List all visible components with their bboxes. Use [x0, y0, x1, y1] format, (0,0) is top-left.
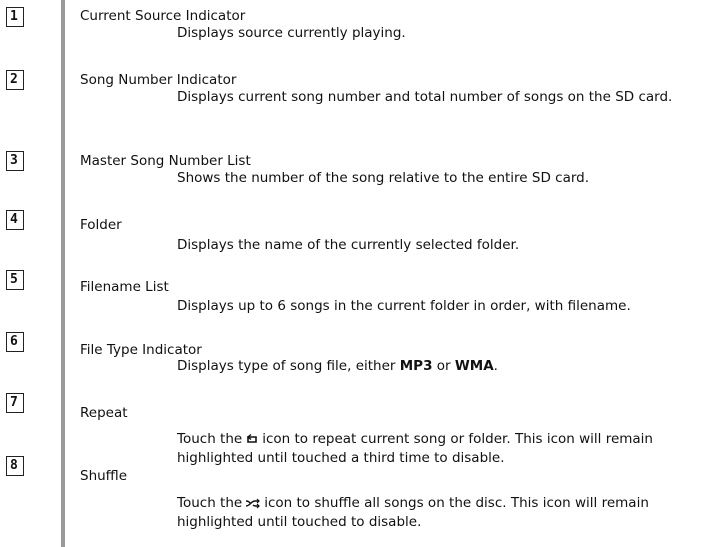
item-description: Shows the number of the song relative to… — [177, 170, 590, 186]
item-title: File Type Indicator — [80, 342, 202, 358]
item-description: Touch the icon to repeat current song or … — [177, 431, 717, 467]
desc-text: . — [493, 358, 498, 374]
item-description: Displays up to 6 songs in the current fo… — [177, 298, 631, 314]
repeat-icon — [245, 433, 259, 450]
item-number-badge: 2 — [6, 70, 24, 90]
item-title: Master Song Number List — [80, 153, 251, 169]
item-number-badge: 1 — [6, 7, 24, 27]
item-number-badge: 6 — [6, 332, 24, 352]
margin-rule — [61, 0, 65, 547]
item-title: Song Number Indicator — [80, 72, 237, 88]
item-number-badge: 4 — [6, 210, 24, 230]
item-title: Folder — [80, 217, 122, 233]
item-title: Repeat — [80, 405, 128, 421]
desc-text: or — [436, 358, 451, 374]
item-description: Displays source currently playing. — [177, 25, 406, 41]
item-number-badge: 7 — [6, 393, 24, 413]
item-title: Current Source Indicator — [80, 8, 246, 24]
item-number-badge: 5 — [6, 270, 24, 290]
shuffle-icon — [245, 497, 261, 514]
format-wma: WMA — [454, 358, 494, 374]
desc-text: Touch the — [177, 431, 243, 447]
desc-text: Touch the — [177, 495, 243, 511]
item-description: Displays the name of the currently selec… — [177, 237, 520, 253]
item-description: Displays current song number and total n… — [177, 89, 673, 105]
item-description: Displays type of song file, either MP3 o… — [177, 358, 717, 375]
item-description: Touch the icon to shuffle all songs on th… — [177, 495, 717, 531]
item-number-badge: 3 — [6, 151, 24, 171]
desc-text: Displays type of song file, either — [177, 358, 396, 374]
item-title: Shuffle — [80, 468, 128, 484]
format-mp3: MP3 — [399, 358, 433, 374]
item-title: Filename List — [80, 279, 169, 295]
item-number-badge: 8 — [6, 456, 24, 476]
